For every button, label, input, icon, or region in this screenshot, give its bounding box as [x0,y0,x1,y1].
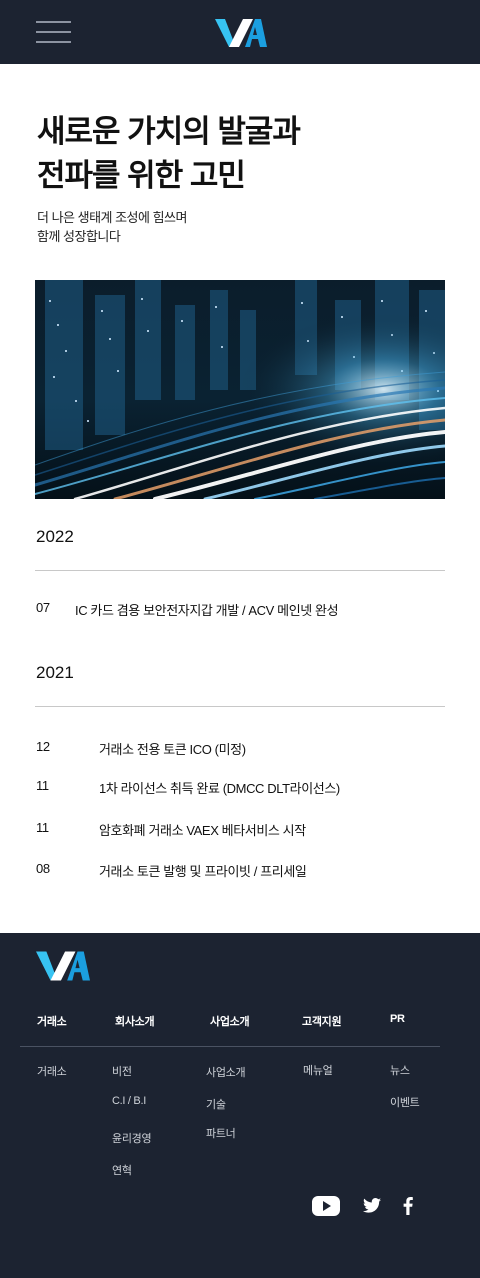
site-footer: 거래소 회사소개 사업소개 고객지원 PR 거래소 비전 C.I / B.I 윤… [0,933,480,1278]
footer-heading-company[interactable]: 회사소개 [115,1013,155,1029]
hero-title-line-1: 새로운 가치의 발굴과 [37,114,301,149]
footer-link-events[interactable]: 이벤트 [390,1094,420,1110]
history-entry-month: 11 [36,778,49,793]
footer-va-logo-icon[interactable] [36,949,90,983]
hero-title-line-2: 전파를 위한 고민 [37,158,246,193]
history-year-2021: 2021 [36,663,74,682]
hero-title: 새로운 가치의 발굴과 전파를 위한 고민 [37,110,457,198]
history-year-2022: 2022 [36,527,74,546]
history-divider [35,570,445,571]
footer-link-business-intro[interactable]: 사업소개 [206,1064,246,1080]
footer-link-partners[interactable]: 파트너 [206,1125,236,1141]
youtube-icon[interactable] [312,1196,340,1216]
hamburger-menu-icon[interactable] [36,21,71,43]
footer-heading-exchange[interactable]: 거래소 [37,1013,67,1029]
history-entry-text: 1차 라이선스 취득 완료 (DMCC DLT라이선스) [99,781,340,796]
history-entry-month: 12 [36,739,50,754]
history-entry: 11 암호화폐 거래소 VAEX 베타서비스 시작 [36,820,456,840]
top-navigation-bar [0,0,480,64]
hero-subtitle: 더 나은 생태계 조성에 힘쓰며 함께 성장합니다 [37,208,187,246]
footer-link-ci-bi[interactable]: C.I / B.I [112,1095,146,1107]
facebook-icon[interactable] [403,1197,413,1215]
history-entry-month: 11 [36,820,49,835]
history-entry: 11 1차 라이선스 취득 완료 (DMCC DLT라이선스) [36,778,456,798]
hero-image-light-trails [35,280,445,499]
footer-link-technology[interactable]: 기술 [206,1096,226,1112]
history-entry: 07 IC 카드 겸용 보안전자지갑 개발 / ACV 메인넷 완성 [36,600,456,620]
footer-link-vision[interactable]: 비전 [112,1063,132,1079]
history-entry-month: 08 [36,861,50,876]
history-entry-month: 07 [36,600,50,615]
footer-heading-pr[interactable]: PR [390,1013,405,1025]
footer-link-ethics[interactable]: 윤리경영 [112,1130,152,1146]
history-entry-text: 거래소 전용 토큰 ICO (미정) [99,742,246,757]
footer-heading-business[interactable]: 사업소개 [210,1013,250,1029]
footer-heading-support[interactable]: 고객지원 [302,1013,342,1029]
hero-subtitle-line-2: 함께 성장합니다 [37,229,121,244]
history-divider [35,706,445,707]
footer-link-manual[interactable]: 메뉴얼 [303,1062,333,1078]
va-logo-icon[interactable] [215,17,267,49]
footer-link-news[interactable]: 뉴스 [390,1062,410,1078]
twitter-icon[interactable] [363,1198,381,1213]
history-entry-text: 암호화폐 거래소 VAEX 베타서비스 시작 [99,823,306,838]
footer-divider [20,1046,440,1047]
footer-link-exchange[interactable]: 거래소 [37,1063,67,1079]
history-entry: 08 거래소 토큰 발행 및 프라이빗 / 프리세일 [36,861,456,881]
history-entry: 12 거래소 전용 토큰 ICO (미정) [36,739,456,759]
history-entry-text: IC 카드 겸용 보안전자지갑 개발 / ACV 메인넷 완성 [75,603,339,618]
footer-link-history[interactable]: 연혁 [112,1162,132,1178]
hero-subtitle-line-1: 더 나은 생태계 조성에 힘쓰며 [37,210,187,225]
history-entry-text: 거래소 토큰 발행 및 프라이빗 / 프리세일 [99,864,307,879]
